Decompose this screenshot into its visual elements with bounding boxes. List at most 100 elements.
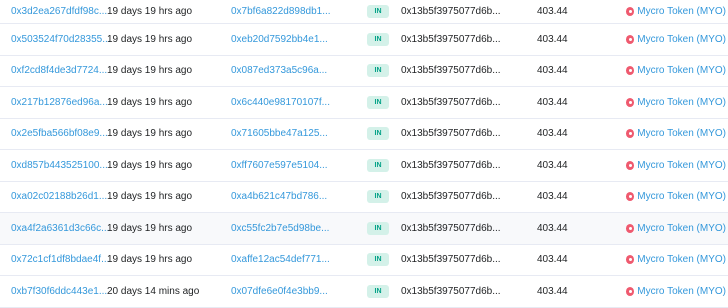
token-link[interactable]: Mycro Token (MYO) — [637, 286, 726, 297]
age-text: 19 days 19 hrs ago — [107, 128, 193, 140]
from-address-link[interactable]: 0x71605bbe47a125... — [231, 128, 328, 139]
from-address-link[interactable]: 0xc55fc2b7e5d98be... — [231, 223, 329, 234]
from-address-link[interactable]: 0xff7607e597e5104... — [231, 160, 328, 171]
mycro-token-icon — [626, 192, 635, 202]
from-address-link[interactable]: 0x07dfe6e0f4e3bb9... — [231, 286, 328, 297]
token-link[interactable]: Mycro Token (MYO) — [637, 254, 726, 265]
age-text: 19 days 19 hrs ago — [107, 254, 193, 266]
to-address-text: 0x13b5f3975077d6b... — [401, 96, 501, 108]
txn-hash-cell: 0xd857b443525100... — [11, 150, 108, 181]
mycro-token-icon — [626, 286, 635, 296]
token-cell: Mycro Token (MYO) — [626, 87, 726, 118]
age-cell: 20 days 14 mins ago — [107, 276, 217, 307]
from-cell: 0xeb20d7592bb4e1... — [231, 24, 328, 55]
token-link[interactable]: Mycro Token (MYO) — [637, 65, 726, 76]
to-address-text: 0x13b5f3975077d6b... — [401, 65, 501, 77]
token-cell: Mycro Token (MYO) — [626, 150, 726, 181]
amount-cell: 403.44 — [537, 87, 577, 118]
to-cell: 0x13b5f3975077d6b... — [401, 119, 505, 150]
amount-text: 403.44 — [537, 254, 568, 266]
amount-text: 403.44 — [537, 6, 568, 17]
txn-hash-link[interactable]: 0xd857b443525100... — [11, 160, 108, 171]
age-text: 19 days 19 hrs ago — [107, 96, 193, 108]
token-cell: Mycro Token (MYO) — [626, 119, 726, 150]
from-address-link[interactable]: 0xeb20d7592bb4e1... — [231, 34, 328, 45]
direction-badge: IN — [367, 64, 389, 78]
direction-cell: IN — [367, 150, 389, 181]
mycro-token-icon — [626, 223, 635, 233]
txn-hash-link[interactable]: 0x72c1cf1df8bdae4f... — [11, 254, 109, 265]
direction-cell: IN — [367, 87, 389, 118]
direction-badge: IN — [367, 95, 389, 109]
age-cell: 19 days 19 hrs ago — [107, 56, 217, 87]
from-address-link[interactable]: 0xaffe12ac54def771... — [231, 254, 330, 265]
direction-badge: IN — [367, 158, 389, 172]
direction-badge: IN — [367, 5, 389, 18]
age-text: 19 days 19 hrs ago — [107, 159, 193, 171]
txn-hash-link[interactable]: 0xf2cd8f4de3d7724... — [11, 65, 107, 76]
from-cell: 0x71605bbe47a125... — [231, 119, 328, 150]
token-cell: Mycro Token (MYO) — [626, 182, 726, 213]
table-row: 0x3d2ea267dfdf98c... 19 days 19 hrs ago … — [0, 0, 728, 24]
token-link[interactable]: Mycro Token (MYO) — [637, 97, 726, 108]
amount-cell: 403.44 — [537, 56, 577, 87]
age-cell: 19 days 19 hrs ago — [107, 119, 217, 150]
to-address-text: 0x13b5f3975077d6b... — [401, 128, 501, 140]
txn-hash-link[interactable]: 0xb7f30f6ddc443e1... — [11, 286, 107, 297]
age-text: 19 days 19 hrs ago — [107, 191, 193, 203]
direction-cell: IN — [367, 56, 389, 87]
mycro-token-icon — [626, 97, 635, 107]
amount-cell: 403.44 — [537, 24, 577, 55]
from-address-link[interactable]: 0x087ed373a5c96a... — [231, 65, 327, 76]
to-cell: 0x13b5f3975077d6b... — [401, 182, 505, 213]
token-link[interactable]: Mycro Token (MYO) — [637, 223, 726, 234]
mycro-token-icon — [626, 34, 635, 44]
to-address-text: 0x13b5f3975077d6b... — [401, 33, 501, 45]
direction-badge: IN — [367, 190, 389, 204]
age-cell: 19 days 19 hrs ago — [107, 182, 217, 213]
token-cell: Mycro Token (MYO) — [626, 213, 726, 244]
table-row: 0x2e5fba566bf08e9... 19 days 19 hrs ago … — [0, 119, 728, 150]
txn-hash-link[interactable]: 0x2e5fba566bf08e9... — [11, 128, 108, 139]
table-row: 0x217b12876ed96a... 19 days 19 hrs ago 0… — [0, 87, 728, 119]
direction-cell: IN — [367, 0, 389, 23]
amount-text: 403.44 — [537, 33, 568, 45]
amount-text: 403.44 — [537, 222, 568, 234]
token-cell: Mycro Token (MYO) — [626, 0, 726, 23]
from-cell: 0x7bf6a822d898db1... — [231, 0, 331, 23]
txn-hash-link[interactable]: 0x217b12876ed96a... — [11, 97, 108, 108]
token-link[interactable]: Mycro Token (MYO) — [637, 128, 726, 139]
to-address-text: 0x13b5f3975077d6b... — [401, 191, 501, 203]
table-row: 0x503524f70d28355... 19 days 19 hrs ago … — [0, 24, 728, 56]
txn-hash-link[interactable]: 0x3d2ea267dfdf98c... — [11, 6, 107, 17]
txn-hash-cell: 0x3d2ea267dfdf98c... — [11, 0, 107, 23]
txn-hash-link[interactable]: 0x503524f70d28355... — [11, 34, 111, 45]
token-link[interactable]: Mycro Token (MYO) — [637, 34, 726, 45]
from-cell: 0x087ed373a5c96a... — [231, 56, 327, 87]
to-address-text: 0x13b5f3975077d6b... — [401, 159, 501, 171]
age-text: 19 days 19 hrs ago — [107, 6, 193, 17]
direction-badge: IN — [367, 221, 389, 235]
token-link[interactable]: Mycro Token (MYO) — [637, 6, 726, 17]
token-link[interactable]: Mycro Token (MYO) — [637, 191, 726, 202]
txn-hash-link[interactable]: 0xa4f2a6361d3c66c... — [11, 223, 109, 234]
token-link[interactable]: Mycro Token (MYO) — [637, 160, 726, 171]
amount-cell: 403.44 — [537, 150, 577, 181]
amount-cell: 403.44 — [537, 245, 577, 276]
txn-hash-cell: 0xf2cd8f4de3d7724... — [11, 56, 107, 87]
table-row: 0xd857b443525100... 19 days 19 hrs ago 0… — [0, 150, 728, 182]
from-address-link[interactable]: 0xa4b621c47bd786... — [231, 191, 327, 202]
to-address-text: 0x13b5f3975077d6b... — [401, 285, 501, 297]
direction-cell: IN — [367, 182, 389, 213]
from-address-link[interactable]: 0x7bf6a822d898db1... — [231, 6, 331, 17]
amount-text: 403.44 — [537, 65, 568, 77]
direction-cell: IN — [367, 24, 389, 55]
txn-hash-link[interactable]: 0xa02c02188b26d1... — [11, 191, 107, 202]
to-address-text: 0x13b5f3975077d6b... — [401, 254, 501, 266]
from-address-link[interactable]: 0x6c440e98170107f... — [231, 97, 330, 108]
age-cell: 19 days 19 hrs ago — [107, 24, 217, 55]
direction-badge: IN — [367, 32, 389, 46]
token-transfers-table: 0x3d2ea267dfdf98c... 19 days 19 hrs ago … — [0, 0, 728, 308]
to-cell: 0x13b5f3975077d6b... — [401, 0, 505, 23]
age-text: 19 days 19 hrs ago — [107, 222, 193, 234]
